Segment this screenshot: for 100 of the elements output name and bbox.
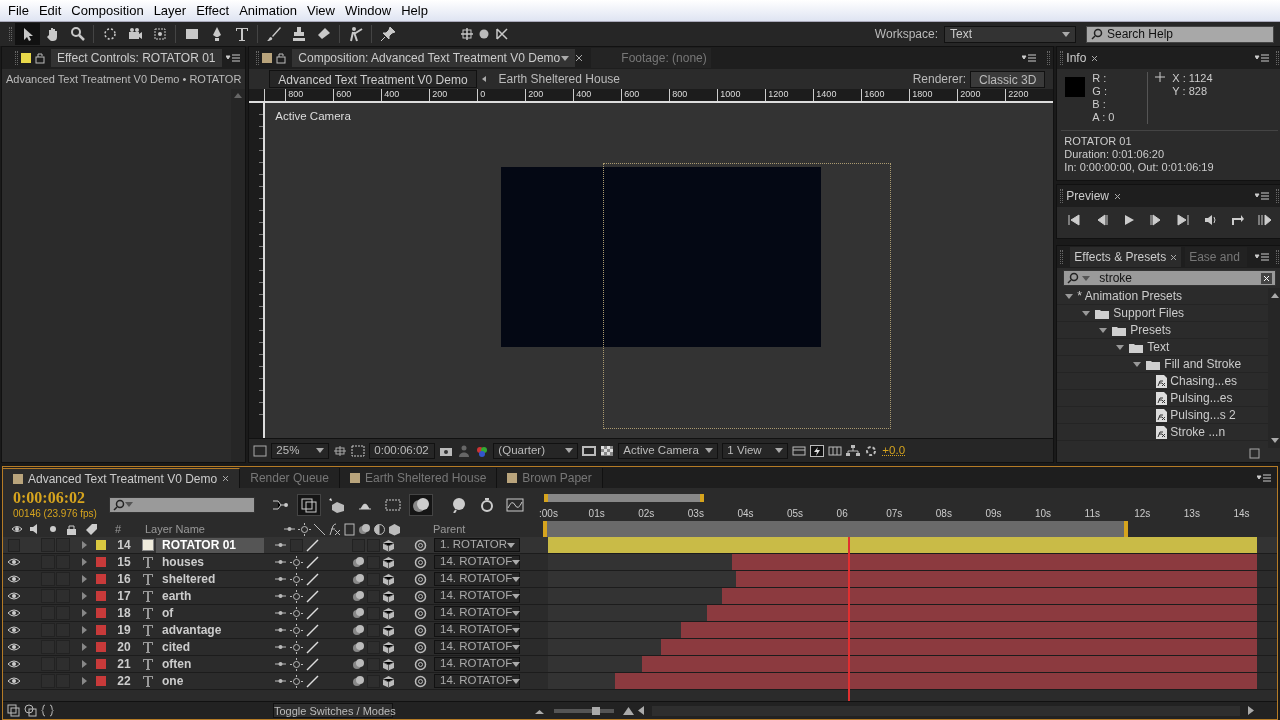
flowchart-icon[interactable]	[846, 444, 861, 457]
brainstorm-icon[interactable]	[450, 496, 468, 513]
sun-icon[interactable]	[298, 522, 311, 536]
new-folder-icon[interactable]	[1249, 448, 1261, 459]
timeline-icon[interactable]	[828, 444, 843, 457]
timeline-tab[interactable]: Brown Paper	[497, 468, 603, 488]
label-color[interactable]	[96, 574, 106, 584]
cube-icon[interactable]	[382, 538, 395, 552]
label-color[interactable]	[96, 676, 106, 686]
search-icon[interactable]	[1091, 28, 1103, 40]
layer-name[interactable]: advantage	[156, 622, 264, 638]
renderer-button[interactable]: Classic 3D	[970, 70, 1046, 88]
expand-triangle-icon[interactable]	[81, 592, 88, 600]
panel-menu-icon[interactable]	[1255, 191, 1270, 201]
timer-icon[interactable]	[478, 496, 496, 513]
folder-icon[interactable]	[1112, 324, 1127, 336]
rectangle-icon[interactable]	[183, 26, 200, 42]
sparkle-cube-icon[interactable]	[328, 496, 346, 513]
cube-icon[interactable]	[388, 522, 401, 536]
layer-row[interactable]: 17 earth 14. ROTATOF	[3, 588, 1277, 605]
motion-blur-icon[interactable]	[352, 572, 365, 586]
fast-preview-icon[interactable]	[810, 444, 825, 457]
composition-tab[interactable]: Composition: Advanced Text Treatment V0 Demo	[292, 49, 576, 67]
clear-icon[interactable]	[1261, 272, 1273, 284]
preset-file-icon[interactable]	[1155, 408, 1168, 422]
layer-name[interactable]: earth	[156, 588, 264, 604]
preset-file-icon[interactable]	[1155, 425, 1168, 439]
layer-name[interactable]: of	[156, 605, 264, 621]
quality-slash-icon[interactable]	[306, 589, 319, 603]
expand-triangle-icon[interactable]	[81, 660, 88, 668]
quality-slash-icon[interactable]	[306, 538, 319, 552]
pick-whip-icon[interactable]	[414, 589, 427, 603]
cube-icon[interactable]	[382, 674, 395, 688]
cube-icon[interactable]	[382, 623, 395, 637]
search-help-field[interactable]: Search Help	[1086, 25, 1274, 43]
tree-item[interactable]: Presets	[1130, 321, 1172, 339]
dropdown-arrow-icon[interactable]	[512, 644, 521, 650]
lock-icon[interactable]	[65, 522, 78, 536]
quality-slash-icon[interactable]	[306, 640, 319, 654]
eye-icon[interactable]	[7, 676, 21, 686]
parent-dropdown[interactable]: 14. ROTATOF	[434, 623, 520, 637]
first-frame-icon[interactable]	[1067, 214, 1082, 226]
tree-item[interactable]: * Animation Presets	[1077, 288, 1183, 305]
transparency-grid-icon[interactable]	[600, 444, 615, 457]
motion-blur-icon[interactable]	[352, 606, 365, 620]
effects-search-field[interactable]: stroke	[1063, 270, 1277, 286]
expand-triangle-icon[interactable]	[81, 643, 88, 651]
label-color[interactable]	[96, 608, 106, 618]
menu-item[interactable]: Effect	[191, 0, 235, 21]
quality-slash-icon[interactable]	[306, 674, 319, 688]
type-icon[interactable]	[233, 26, 250, 42]
label-color[interactable]	[96, 642, 106, 652]
panel-menu-icon[interactable]	[1257, 473, 1271, 483]
preview-tab[interactable]: Preview	[1066, 187, 1110, 205]
layer-row[interactable]: 22 one 14. ROTATOF	[3, 673, 1277, 690]
pick-whip-icon[interactable]	[414, 640, 427, 654]
pick-whip-icon[interactable]	[414, 555, 427, 569]
draft-3d-icon[interactable]	[300, 496, 318, 513]
effect-controls-tab[interactable]: Effect Controls: ROTATOR 01	[51, 49, 222, 67]
panel-menu-icon[interactable]	[1255, 53, 1270, 63]
parent-dropdown[interactable]: 14. ROTATOF	[434, 674, 520, 688]
motion-blur-icon[interactable]	[352, 674, 365, 688]
comp-toggle-icon[interactable]	[7, 704, 20, 717]
sun-icon[interactable]	[290, 640, 303, 654]
layer-name[interactable]: houses	[156, 554, 264, 570]
timeline-tab[interactable]: Earth Sheltered House	[339, 468, 498, 488]
sun-icon[interactable]	[290, 657, 303, 671]
panel-tab[interactable]: Ease and	[1185, 247, 1248, 267]
cube-icon[interactable]	[382, 606, 395, 620]
motion-blur-icon[interactable]	[352, 589, 365, 603]
menu-item[interactable]: Help	[396, 0, 433, 21]
layer-row[interactable]: 18 of 14. ROTATOF	[3, 605, 1277, 622]
footage-tab[interactable]: Footage: (none)	[591, 48, 712, 68]
layer-row[interactable]: 20 cited 14. ROTATOF	[3, 639, 1277, 656]
motion-blur-icon[interactable]	[358, 522, 371, 536]
eye-icon[interactable]	[7, 574, 21, 584]
label-color[interactable]	[96, 591, 106, 601]
slider-thumb[interactable]	[592, 706, 600, 715]
speaker-icon[interactable]	[1203, 214, 1218, 226]
label-color[interactable]	[96, 625, 106, 635]
dropdown-arrow-icon[interactable]	[507, 542, 516, 548]
frame-blending-icon[interactable]	[384, 496, 402, 513]
quality-slash-icon[interactable]	[306, 572, 319, 586]
expand-triangle-icon[interactable]	[81, 541, 88, 549]
zoom-in-icon[interactable]	[622, 704, 635, 717]
folder-icon[interactable]	[1129, 341, 1144, 353]
zoom-dropdown[interactable]: 25%	[271, 442, 330, 459]
motion-blur-icon[interactable]	[352, 640, 365, 654]
menu-item[interactable]: Composition	[66, 0, 149, 21]
layer-name[interactable]: cited	[156, 639, 264, 655]
cube-icon[interactable]	[382, 589, 395, 603]
channels-icon[interactable]	[475, 444, 490, 457]
layer-name[interactable]: sheltered	[156, 571, 264, 587]
view-layout-dropdown[interactable]: 1 View	[722, 442, 789, 459]
axis-icon[interactable]	[460, 27, 474, 41]
dropdown-arrow-icon[interactable]	[512, 559, 521, 565]
sun-icon[interactable]	[290, 572, 303, 586]
dropdown-arrow-icon[interactable]	[512, 678, 521, 684]
parent-dropdown[interactable]: 14. ROTATOF	[434, 657, 520, 671]
dropdown-arrow-icon[interactable]	[512, 627, 521, 633]
